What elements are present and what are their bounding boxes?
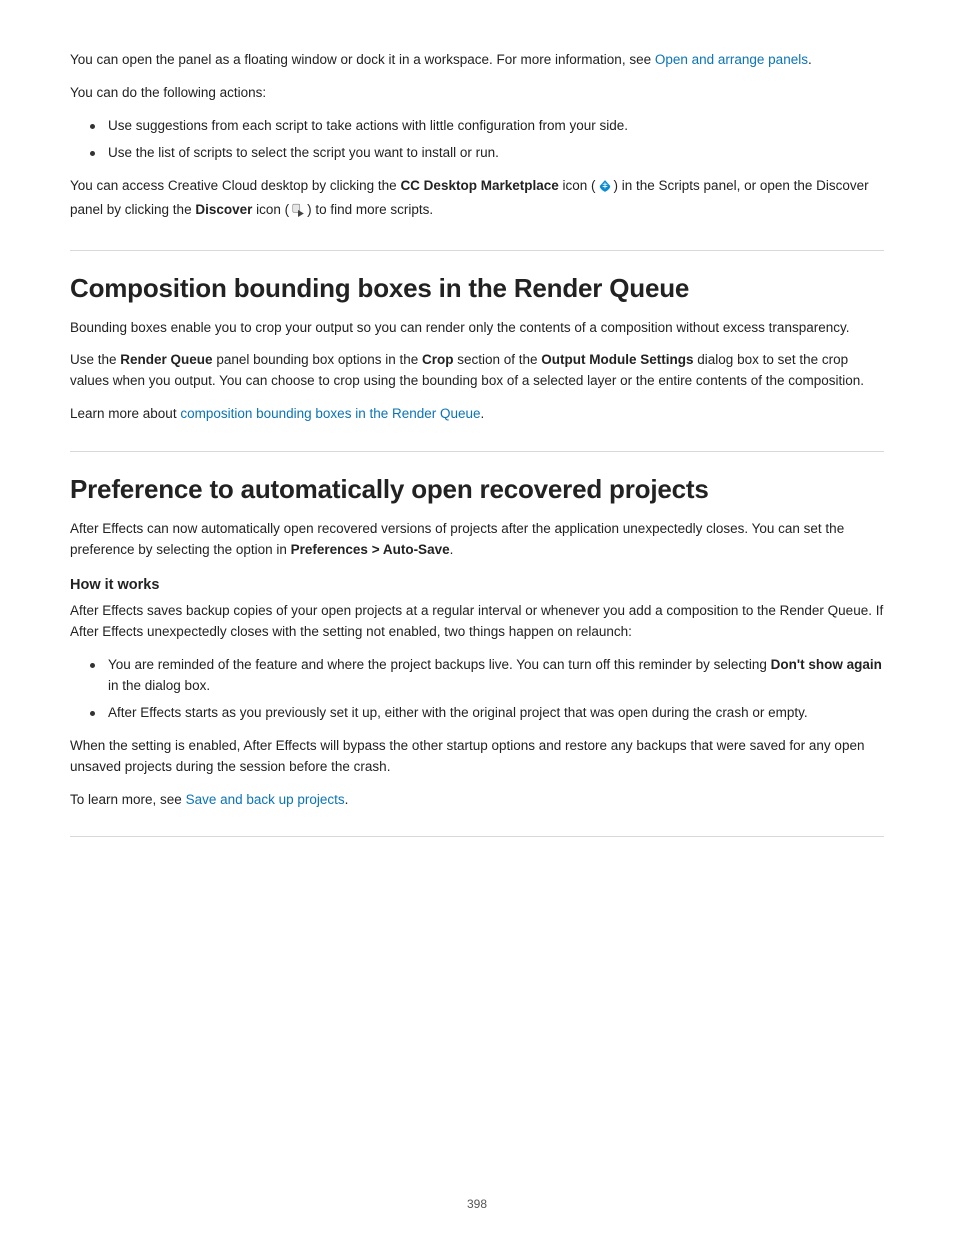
section-divider: [70, 250, 884, 251]
section-divider: [70, 451, 884, 452]
list-item: Use the list of scripts to select the sc…: [90, 143, 884, 164]
section-scripts-panel: You can open the panel as a floating win…: [70, 50, 884, 224]
link-bounding-boxes[interactable]: composition bounding boxes in the Render…: [180, 406, 480, 421]
autorecover-learn-more: To learn more, see Save and back up proj…: [70, 790, 884, 811]
scripts-actions-list: Use suggestions from each script to take…: [70, 116, 884, 164]
section-divider: [70, 836, 884, 837]
scripts-list-lead: You can do the following actions:: [70, 83, 884, 104]
cc-desktop-marketplace-icon: [291, 203, 305, 224]
bounding-p2: Use the Render Queue panel bounding box …: [70, 350, 884, 392]
autorecover-p2: After Effects saves backup copies of you…: [70, 601, 884, 643]
scripts-intro-paragraph: You can open the panel as a floating win…: [70, 50, 884, 71]
autorecover-p1: After Effects can now automatically open…: [70, 519, 884, 561]
scripts-ccd-paragraph: You can access Creative Cloud desktop by…: [70, 176, 884, 224]
list-item: You are reminded of the feature and wher…: [90, 655, 884, 697]
page: You can open the panel as a floating win…: [0, 0, 954, 1235]
autorecover-p3: When the setting is enabled, After Effec…: [70, 736, 884, 778]
list-item: After Effects starts as you previously s…: [90, 703, 884, 724]
link-save-backup-projects[interactable]: Save and back up projects: [186, 792, 345, 807]
heading-auto-recover: Preference to automatically open recover…: [70, 474, 884, 505]
autorecover-behavior-list: You are reminded of the feature and wher…: [70, 655, 884, 724]
page-number: 398: [0, 1197, 954, 1211]
bounding-learn-more: Learn more about composition bounding bo…: [70, 404, 884, 425]
section-auto-recover: Preference to automatically open recover…: [70, 474, 884, 810]
discover-icon: [598, 179, 612, 200]
list-item: Use suggestions from each script to take…: [90, 116, 884, 137]
section-bounding-boxes: Composition bounding boxes in the Render…: [70, 273, 884, 426]
bounding-p1: Bounding boxes enable you to crop your o…: [70, 318, 884, 339]
subheading-how-it-works: How it works: [70, 577, 884, 593]
link-open-arrange-panels[interactable]: Open and arrange panels: [655, 52, 808, 67]
heading-bounding-boxes: Composition bounding boxes in the Render…: [70, 273, 884, 304]
